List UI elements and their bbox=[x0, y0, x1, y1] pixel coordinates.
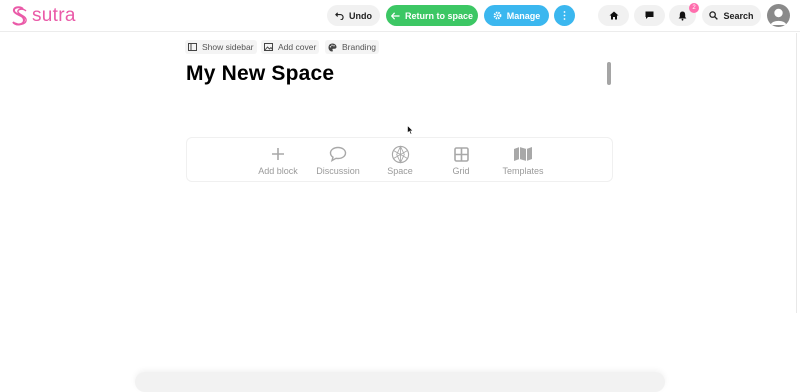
return-to-space-label: Return to space bbox=[404, 10, 473, 21]
space-label: Space bbox=[387, 166, 413, 176]
add-cover-label: Add cover bbox=[278, 42, 317, 52]
bell-icon bbox=[678, 11, 687, 21]
grid-icon bbox=[431, 144, 491, 164]
return-to-space-button[interactable]: Return to space bbox=[386, 5, 478, 26]
home-icon bbox=[609, 11, 618, 20]
templates-label: Templates bbox=[502, 166, 544, 176]
show-sidebar-button[interactable]: Show sidebar bbox=[185, 40, 257, 54]
add-block-label: Add block bbox=[258, 166, 298, 176]
user-avatar[interactable] bbox=[767, 4, 790, 27]
palette-icon bbox=[328, 43, 337, 51]
add-block-option[interactable]: Add block bbox=[248, 144, 308, 176]
more-options-button[interactable] bbox=[554, 5, 575, 26]
branding-label: Branding bbox=[342, 42, 377, 52]
vertical-dots-icon bbox=[563, 11, 566, 20]
bottom-panel-edge bbox=[135, 372, 665, 392]
image-icon bbox=[264, 43, 273, 51]
chat-icon bbox=[645, 11, 654, 19]
gear-icon bbox=[493, 11, 502, 20]
discussion-block-option[interactable]: Discussion bbox=[308, 144, 368, 176]
search-label: Search bbox=[723, 10, 754, 21]
sidebar-icon bbox=[188, 43, 197, 51]
logo-text: sutra bbox=[32, 5, 76, 26]
add-block-panel: Add block Discussion Space Grid Template… bbox=[186, 137, 613, 182]
manage-button[interactable]: Manage bbox=[484, 5, 549, 26]
search-icon bbox=[709, 11, 719, 20]
space-icon bbox=[370, 144, 430, 164]
branding-button[interactable]: Branding bbox=[325, 40, 380, 54]
home-button[interactable] bbox=[598, 5, 629, 26]
arrow-left-icon bbox=[390, 11, 400, 20]
map-icon bbox=[493, 144, 553, 164]
discussion-label: Discussion bbox=[316, 166, 360, 176]
top-bar: sutra Undo Return to space Manage 2 Sear… bbox=[0, 0, 800, 32]
page-scroll-edge bbox=[796, 33, 797, 313]
notification-count-badge: 2 bbox=[689, 3, 699, 13]
grid-block-option[interactable]: Grid bbox=[431, 144, 491, 176]
user-icon bbox=[770, 8, 787, 25]
plus-icon bbox=[248, 144, 308, 164]
undo-label: Undo bbox=[349, 10, 372, 21]
sutra-logo-icon bbox=[12, 6, 27, 26]
add-cover-button[interactable]: Add cover bbox=[261, 40, 320, 54]
messages-button[interactable] bbox=[634, 5, 665, 26]
space-block-option[interactable]: Space bbox=[370, 144, 430, 176]
templates-block-option[interactable]: Templates bbox=[493, 144, 553, 176]
search-button[interactable]: Search bbox=[702, 5, 761, 26]
page-title[interactable]: My New Space bbox=[186, 62, 334, 86]
sutra-logo[interactable]: sutra bbox=[10, 5, 76, 27]
manage-label: Manage bbox=[506, 10, 541, 21]
undo-icon bbox=[335, 12, 344, 20]
scrollbar-thumb[interactable] bbox=[607, 62, 611, 85]
speech-bubble-icon bbox=[308, 144, 368, 164]
undo-button[interactable]: Undo bbox=[327, 5, 380, 26]
show-sidebar-label: Show sidebar bbox=[202, 42, 254, 52]
grid-label: Grid bbox=[452, 166, 470, 176]
